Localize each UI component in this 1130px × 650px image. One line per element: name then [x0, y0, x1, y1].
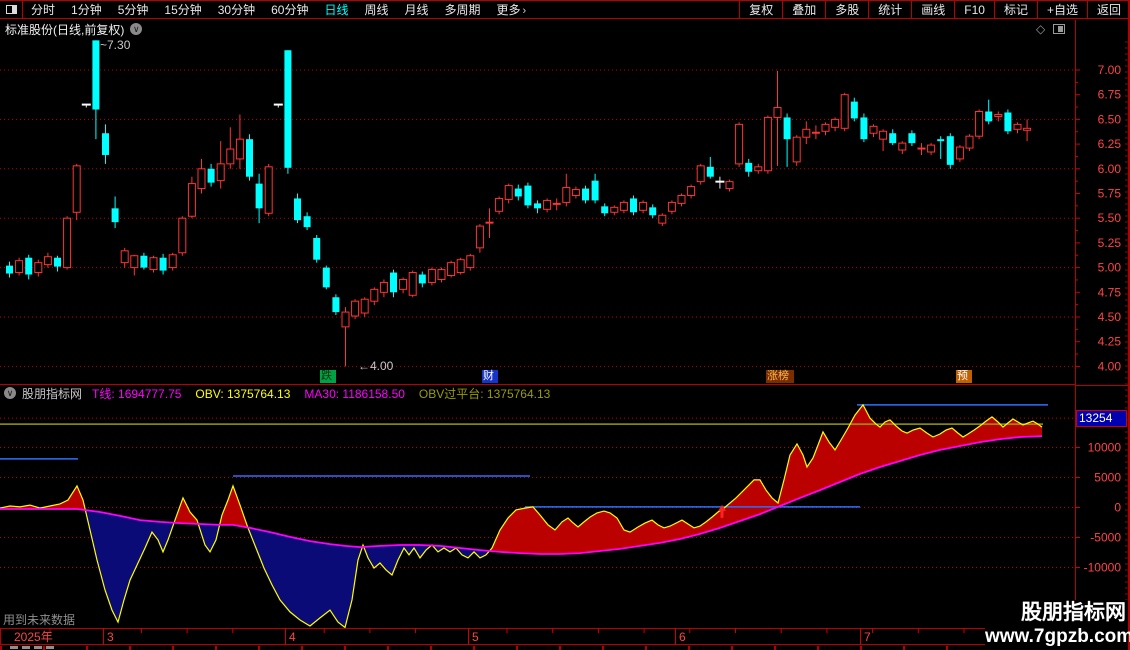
event-badge[interactable]: 预 [956, 370, 972, 383]
btn-fuquan[interactable]: 复权 [739, 1, 782, 18]
price-annotation: ~7.30 [100, 38, 131, 52]
event-badge[interactable]: 财 [482, 370, 498, 383]
price-tick-label: 4.00 [1098, 359, 1122, 373]
btn-add-watchlist[interactable]: +自选 [1036, 1, 1087, 18]
btn-mark[interactable]: 标记 [993, 1, 1037, 18]
tab-30min[interactable]: 30分钟 [210, 1, 263, 18]
diamond-icon[interactable]: ◇ [1036, 23, 1045, 35]
window-layout-button[interactable] [0, 1, 23, 18]
price-axis: 7.00 6.75 6.50 6.25 6.00 5.75 5.50 5.25 5.00 4.75… [1075, 20, 1130, 628]
pane-icon[interactable] [1053, 24, 1066, 34]
period-menu: 分时 1分钟 5分钟 15分钟 30分钟 60分钟 日线 周线 月线 多周期 更多 › [23, 1, 534, 18]
indicator-tick-label: 0 [1114, 501, 1121, 515]
price-tick-label: 6.25 [1098, 137, 1122, 151]
month-label: 4 [289, 630, 296, 644]
tab-1min[interactable]: 1分钟 [63, 1, 110, 18]
price-annotation: ←4.00 [358, 359, 394, 373]
month-label: 3 [107, 630, 114, 644]
indicator-field: OBV: 1375764.13 [195, 386, 291, 401]
top-toolbar: 分时 1分钟 5分钟 15分钟 30分钟 60分钟 日线 周线 月线 多周期 更多 › 复权 叠加 多股统… [0, 0, 1130, 19]
price-tick-label: 6.75 [1098, 88, 1122, 102]
trading-app-window: 分时 1分钟 5分钟 15分钟 30分钟 60分钟 日线 周线 月线 多周期 更多 › 复权 叠加 多股统… [0, 0, 1130, 650]
tab-weekly[interactable]: 周线 [356, 1, 396, 18]
btn-stats[interactable]: 统计 [868, 1, 911, 18]
watermark-site-name: 股朋指标网 [1021, 601, 1126, 624]
indicator-max-value-badge: 13254 [1076, 410, 1127, 427]
price-tick-label: 4.25 [1098, 335, 1122, 349]
indicator-field: T线: 1694777.75 [92, 386, 182, 401]
price-tick-label: 4.75 [1098, 285, 1122, 299]
title-dropdown-icon[interactable]: ∨ [130, 23, 143, 35]
indicator-tick-label: 5000 [1094, 471, 1121, 485]
price-tick-label: 6.00 [1098, 162, 1122, 176]
tab-15min[interactable]: 15分钟 [156, 1, 209, 18]
toolbar-right-menu: 复权 叠加 多股 统计 画线 F10 标记 +自选 返回 [739, 1, 1130, 18]
btn-back[interactable]: 返回 [1086, 1, 1130, 18]
price-tick-label: 6.50 [1098, 112, 1122, 126]
tab-more[interactable]: 更多 › [489, 1, 535, 18]
tab-fenshi[interactable]: 分时 [23, 1, 63, 18]
event-badge[interactable]: 跌 [320, 370, 336, 383]
indicator-field: OBV过平台: 1375764.13 [418, 386, 551, 401]
event-badge[interactable]: 涨榜 [766, 370, 794, 383]
indicator-collapse-icon[interactable]: ∨ [4, 387, 16, 399]
tab-60min[interactable]: 60分钟 [263, 1, 316, 18]
time-axis[interactable]: 3 4 5 6 7 2025年 [0, 628, 1130, 645]
title-bar: 标准股份(日线,前复权) ∨ [0, 20, 1075, 38]
price-tick-label: 5.50 [1098, 211, 1122, 225]
indicator-field: MA30: 1186158.50 [304, 386, 405, 401]
btn-draw[interactable]: 画线 [911, 1, 954, 18]
layout-icon [5, 5, 17, 14]
month-label: 7 [864, 630, 871, 644]
price-tick-label: 5.00 [1098, 261, 1122, 275]
price-tick-label: 7.00 [1098, 63, 1122, 77]
watermark: 股朋指标网 www.7gpzb.com [985, 600, 1130, 650]
tab-5min[interactable]: 5分钟 [110, 1, 157, 18]
year-label: 2025年 [14, 630, 53, 644]
bottom-strip [0, 646, 1120, 650]
indicator-tick-label: -5000 [1090, 531, 1121, 545]
month-label: 6 [679, 630, 686, 644]
tab-daily[interactable]: 日线 [316, 1, 356, 18]
indicator-tick-label: -10000 [1084, 561, 1122, 575]
btn-overlay[interactable]: 叠加 [782, 1, 825, 18]
watermark-url: www.7gpzb.com [985, 626, 1130, 647]
page-title: 标准股份(日线,前复权) [5, 22, 125, 37]
btn-f10[interactable]: F10 [954, 1, 994, 18]
indicator-tick-label: 10000 [1088, 441, 1122, 455]
obv-indicator-chart[interactable] [0, 400, 1075, 628]
tab-multi-period[interactable]: 多周期 [437, 1, 489, 18]
price-tick-label: 4.50 [1098, 310, 1122, 324]
indicator-name: 股朋指标网 [22, 386, 83, 401]
future-data-note: 用到未来数据 [3, 613, 76, 627]
tab-monthly[interactable]: 月线 [397, 1, 437, 18]
price-tick-label: 5.75 [1098, 187, 1122, 201]
price-tick-label: 5.25 [1098, 236, 1122, 250]
btn-multi-stock[interactable]: 多股 [825, 1, 868, 18]
month-label: 5 [472, 630, 479, 644]
chevron-right-icon: › [522, 5, 527, 17]
main-candlestick-chart[interactable]: ~7.30 ←4.00 [0, 38, 1075, 384]
indicator-header: ∨ 股朋指标网 T线: 1694777.75 OBV: 1375764.13 MA3… [0, 386, 1075, 401]
